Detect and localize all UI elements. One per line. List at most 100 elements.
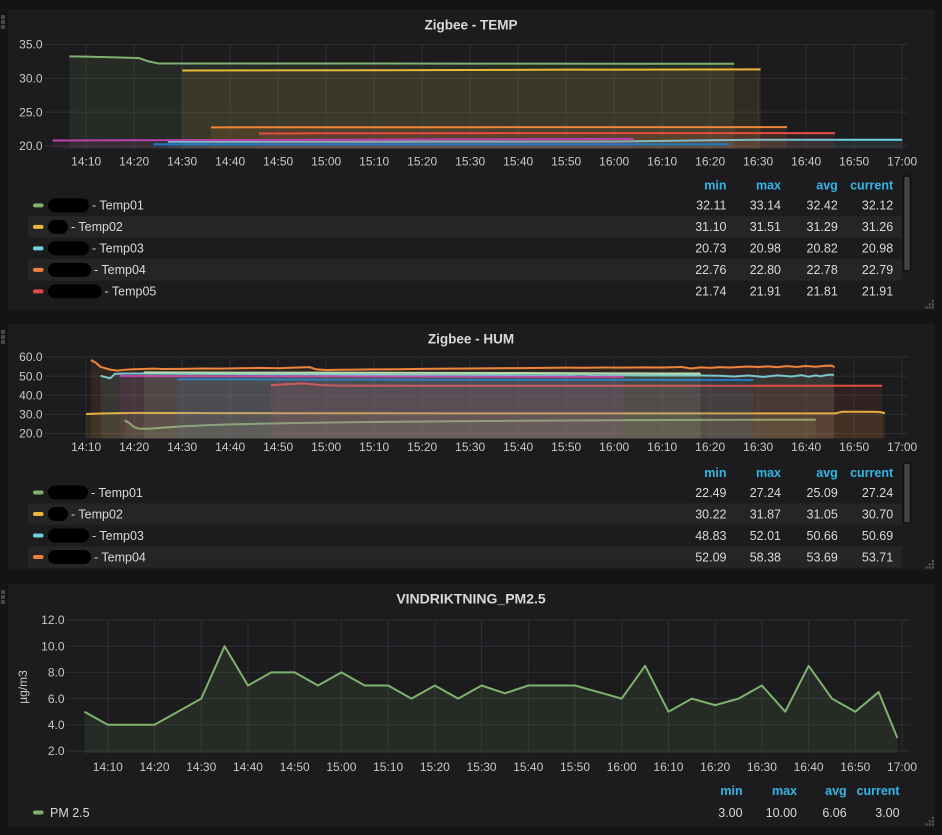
svg-text:14:40: 14:40	[215, 155, 245, 169]
svg-text:16:20: 16:20	[695, 155, 725, 169]
svg-text:max: max	[756, 179, 781, 193]
svg-text:- Temp04: - Temp04	[94, 263, 146, 277]
svg-text:- Temp04: - Temp04	[94, 550, 146, 564]
svg-text:60.0: 60.0	[19, 350, 43, 364]
svg-text:20.98: 20.98	[750, 242, 781, 256]
svg-text:21.81: 21.81	[807, 285, 838, 299]
svg-text:15:50: 15:50	[551, 155, 581, 169]
svg-text:20.0: 20.0	[19, 427, 43, 441]
svg-text:15:00: 15:00	[311, 155, 341, 169]
svg-text:16:10: 16:10	[653, 760, 683, 774]
svg-text:- Temp01: - Temp01	[91, 486, 143, 500]
svg-text:3.00: 3.00	[875, 806, 899, 820]
svg-text:30.0: 30.0	[19, 408, 43, 422]
svg-text:16:50: 16:50	[839, 155, 869, 169]
svg-text:25.09: 25.09	[807, 486, 838, 500]
svg-text:16:00: 16:00	[599, 440, 629, 454]
svg-text:16:40: 16:40	[791, 440, 821, 454]
svg-text:16:00: 16:00	[599, 155, 629, 169]
svg-text:22.49: 22.49	[695, 486, 726, 500]
svg-text:17:00: 17:00	[887, 155, 917, 169]
svg-text:Zigbee - HUM: Zigbee - HUM	[428, 332, 514, 347]
svg-text:current: current	[850, 466, 894, 480]
svg-text:17:00: 17:00	[887, 440, 917, 454]
svg-text:14:10: 14:10	[71, 155, 101, 169]
svg-text:14:30: 14:30	[186, 760, 216, 774]
svg-text:16:30: 16:30	[743, 440, 773, 454]
svg-text:20.98: 20.98	[862, 242, 893, 256]
svg-text:avg: avg	[816, 466, 838, 480]
svg-text:16:30: 16:30	[743, 155, 773, 169]
svg-text:14:50: 14:50	[263, 440, 293, 454]
svg-text:16:40: 16:40	[791, 155, 821, 169]
svg-text:50.66: 50.66	[807, 529, 838, 543]
svg-text:VINDRIKTNING_PM2.5: VINDRIKTNING_PM2.5	[396, 591, 546, 607]
svg-text:- Temp01: - Temp01	[92, 199, 144, 213]
svg-text:15:30: 15:30	[455, 155, 485, 169]
svg-text:21.91: 21.91	[750, 285, 781, 299]
svg-text:53.69: 53.69	[807, 550, 838, 564]
svg-text:µg/m3: µg/m3	[16, 670, 30, 704]
svg-text:16:20: 16:20	[700, 760, 730, 774]
svg-text:22.76: 22.76	[695, 263, 726, 277]
svg-text:10.0: 10.0	[41, 639, 65, 653]
svg-text:21.74: 21.74	[695, 285, 726, 299]
svg-text:16:30: 16:30	[747, 760, 777, 774]
svg-text:15:00: 15:00	[311, 440, 341, 454]
svg-text:15:20: 15:20	[420, 760, 450, 774]
svg-text:30.22: 30.22	[695, 507, 726, 521]
svg-text:30.0: 30.0	[19, 72, 43, 86]
svg-text:max: max	[772, 784, 797, 798]
svg-text:16:50: 16:50	[840, 760, 870, 774]
svg-text:16:10: 16:10	[647, 155, 677, 169]
svg-text:min: min	[704, 179, 726, 193]
svg-text:- Temp02: - Temp02	[71, 220, 123, 234]
svg-text:14:10: 14:10	[93, 760, 123, 774]
svg-text:22.78: 22.78	[807, 263, 838, 277]
svg-text:4.0: 4.0	[48, 718, 65, 732]
svg-text:current: current	[850, 179, 894, 193]
svg-text:- Temp03: - Temp03	[92, 242, 144, 256]
svg-text:15:20: 15:20	[407, 155, 437, 169]
svg-text:- Temp05: - Temp05	[105, 285, 157, 299]
svg-text:8.0: 8.0	[48, 666, 65, 680]
svg-text:15:50: 15:50	[551, 440, 581, 454]
svg-text:31.51: 31.51	[750, 220, 781, 234]
svg-text:14:30: 14:30	[167, 155, 197, 169]
svg-text:15:30: 15:30	[467, 760, 497, 774]
svg-text:31.05: 31.05	[807, 507, 838, 521]
svg-text:31.26: 31.26	[862, 220, 893, 234]
svg-text:52.09: 52.09	[695, 550, 726, 564]
svg-text:15:50: 15:50	[560, 760, 590, 774]
svg-text:16:00: 16:00	[607, 760, 637, 774]
svg-text:- Temp03: - Temp03	[92, 529, 144, 543]
svg-text:31.10: 31.10	[695, 220, 726, 234]
svg-text:27.24: 27.24	[862, 486, 893, 500]
svg-text:2.0: 2.0	[48, 744, 65, 758]
svg-text:avg: avg	[825, 784, 847, 798]
svg-text:31.87: 31.87	[750, 507, 781, 521]
svg-text:16:40: 16:40	[794, 760, 824, 774]
svg-text:current: current	[857, 784, 901, 798]
svg-text:22.80: 22.80	[750, 263, 781, 277]
svg-text:14:20: 14:20	[140, 760, 170, 774]
svg-text:6.0: 6.0	[48, 692, 65, 706]
svg-text:min: min	[704, 466, 726, 480]
svg-text:48.83: 48.83	[695, 529, 726, 543]
svg-text:15:10: 15:10	[373, 760, 403, 774]
svg-text:31.29: 31.29	[807, 220, 838, 234]
svg-text:21.91: 21.91	[862, 285, 893, 299]
svg-text:15:40: 15:40	[513, 760, 543, 774]
svg-text:30.70: 30.70	[862, 507, 893, 521]
svg-text:32.11: 32.11	[696, 199, 726, 213]
svg-text:12.0: 12.0	[41, 613, 65, 627]
svg-text:15:20: 15:20	[407, 440, 437, 454]
svg-text:32.42: 32.42	[807, 199, 838, 213]
svg-text:33.14: 33.14	[750, 199, 781, 213]
svg-text:27.24: 27.24	[750, 486, 781, 500]
svg-text:PM 2.5: PM 2.5	[50, 806, 90, 820]
svg-text:25.0: 25.0	[19, 105, 43, 119]
svg-text:avg: avg	[816, 179, 838, 193]
svg-text:15:00: 15:00	[326, 760, 356, 774]
svg-text:10.00: 10.00	[766, 806, 797, 820]
